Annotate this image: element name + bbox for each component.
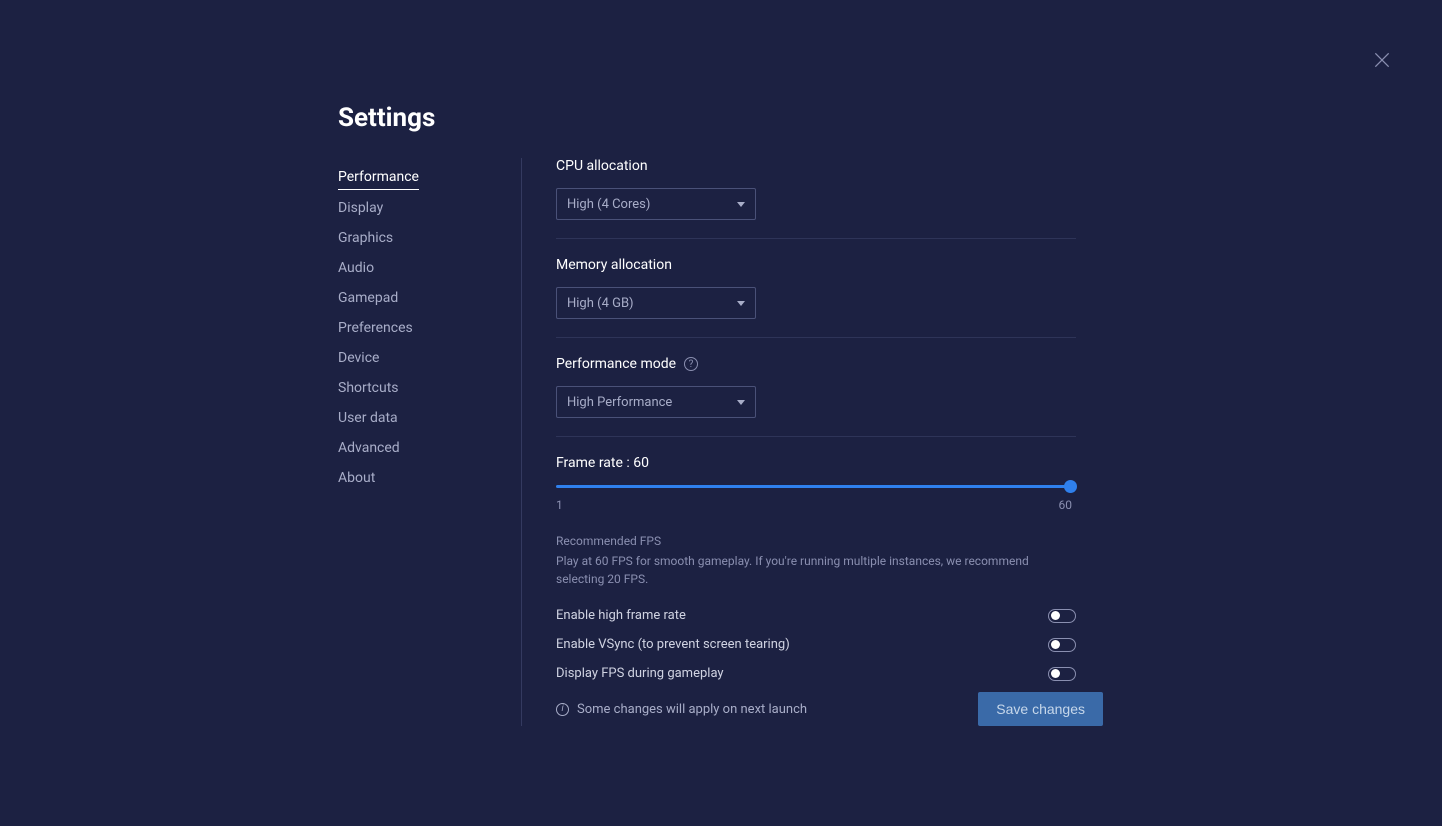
enable-high-frame-rate-label: Enable high frame rate: [556, 608, 686, 623]
close-icon[interactable]: [1372, 50, 1392, 70]
sidebar-item-performance[interactable]: Performance: [338, 162, 419, 190]
sidebar-item-device[interactable]: Device: [338, 343, 498, 373]
recommended-fps-title: Recommended FPS: [556, 534, 1076, 548]
display-fps-label: Display FPS during gameplay: [556, 666, 724, 681]
divider: [556, 337, 1076, 338]
slider-max: 60: [1059, 498, 1073, 512]
slider-thumb[interactable]: [1064, 480, 1077, 493]
performance-mode-label: Performance mode ?: [556, 356, 1076, 372]
memory-allocation-select[interactable]: High (4 GB): [556, 287, 756, 319]
sidebar-item-about[interactable]: About: [338, 463, 498, 493]
enable-vsync-toggle[interactable]: [1048, 638, 1076, 652]
enable-vsync-label: Enable VSync (to prevent screen tearing): [556, 637, 790, 652]
enable-high-frame-rate-toggle[interactable]: [1048, 609, 1076, 623]
info-icon: i: [556, 703, 569, 716]
sidebar-item-user-data[interactable]: User data: [338, 403, 498, 433]
chevron-down-icon: [737, 301, 745, 306]
sidebar-item-graphics[interactable]: Graphics: [338, 223, 498, 253]
footer: i Some changes will apply on next launch…: [556, 692, 1103, 726]
performance-mode-label-text: Performance mode: [556, 356, 676, 372]
apply-note: i Some changes will apply on next launch: [556, 702, 807, 717]
sidebar-item-audio[interactable]: Audio: [338, 253, 498, 283]
chevron-down-icon: [737, 400, 745, 405]
help-icon[interactable]: ?: [684, 357, 698, 371]
vertical-divider: [521, 158, 522, 726]
memory-allocation-value: High (4 GB): [567, 296, 634, 311]
display-fps-toggle[interactable]: [1048, 667, 1076, 681]
sidebar-item-preferences[interactable]: Preferences: [338, 313, 498, 343]
memory-allocation-label: Memory allocation: [556, 257, 1076, 273]
apply-note-text: Some changes will apply on next launch: [577, 702, 807, 717]
slider-min: 1: [556, 498, 563, 512]
sidebar-item-gamepad[interactable]: Gamepad: [338, 283, 498, 313]
divider: [556, 238, 1076, 239]
chevron-down-icon: [737, 202, 745, 207]
settings-sidebar: Performance Display Graphics Audio Gamep…: [338, 162, 498, 493]
page-title: Settings: [338, 103, 435, 133]
performance-mode-select[interactable]: High Performance: [556, 386, 756, 418]
save-changes-button[interactable]: Save changes: [978, 692, 1103, 726]
sidebar-item-advanced[interactable]: Advanced: [338, 433, 498, 463]
performance-mode-value: High Performance: [567, 395, 672, 410]
settings-content: CPU allocation High (4 Cores) Memory all…: [556, 158, 1076, 681]
recommended-fps-text: Play at 60 FPS for smooth gameplay. If y…: [556, 552, 1076, 588]
sidebar-item-display[interactable]: Display: [338, 193, 498, 223]
sidebar-item-shortcuts[interactable]: Shortcuts: [338, 373, 498, 403]
frame-rate-slider[interactable]: 1 60: [556, 485, 1072, 512]
cpu-allocation-value: High (4 Cores): [567, 197, 650, 212]
cpu-allocation-select[interactable]: High (4 Cores): [556, 188, 756, 220]
divider: [556, 436, 1076, 437]
cpu-allocation-label: CPU allocation: [556, 158, 1076, 174]
frame-rate-label: Frame rate : 60: [556, 455, 1076, 471]
